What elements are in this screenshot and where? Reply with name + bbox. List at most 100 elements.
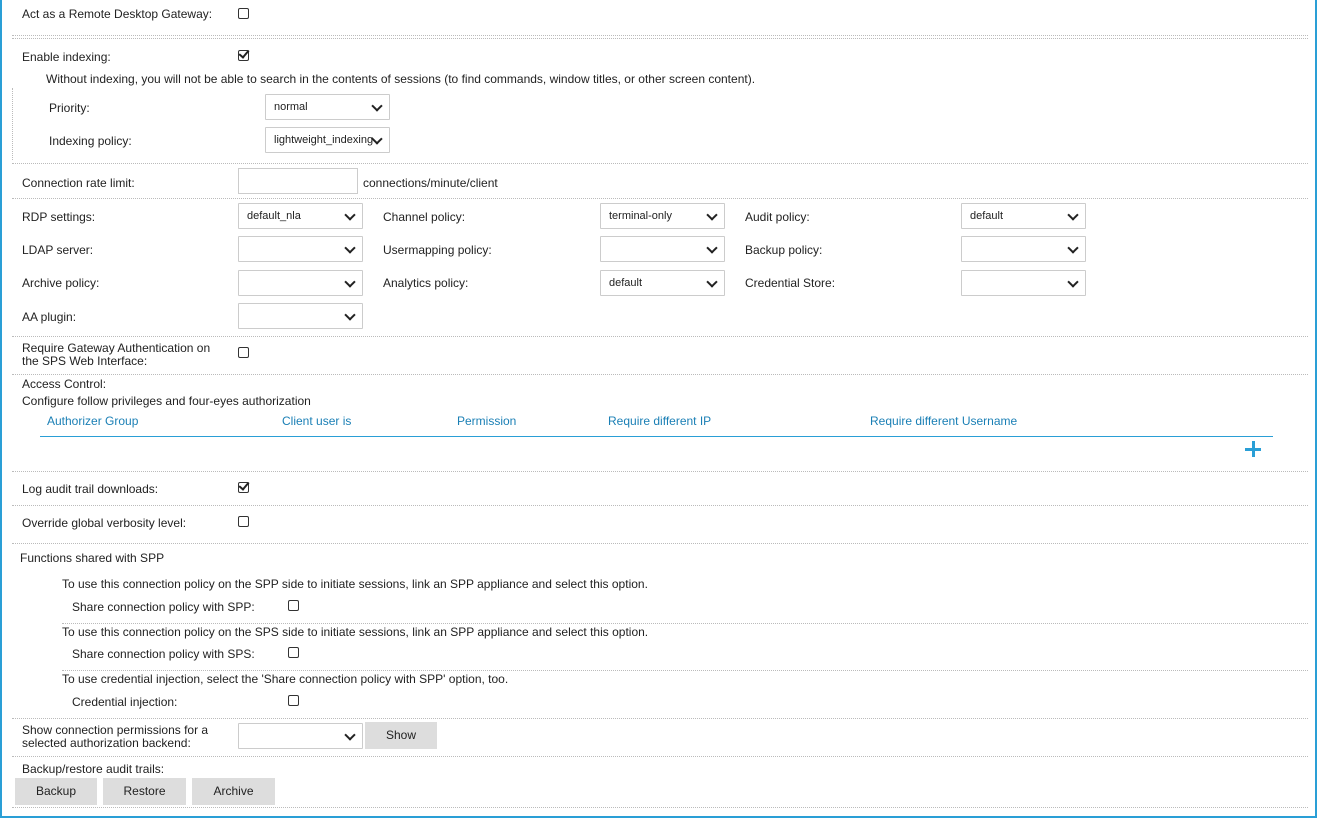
divider xyxy=(12,163,1308,164)
access-control-description: Configure follow privileges and four-eye… xyxy=(22,394,311,408)
indexing-policy-select[interactable]: lightweight_indexing xyxy=(265,127,390,153)
log-audit-label: Log audit trail downloads: xyxy=(22,482,159,496)
spp-note-3: To use credential injection, select the … xyxy=(62,672,509,686)
channel-policy-value: terminal-only xyxy=(609,210,672,222)
divider xyxy=(12,35,1308,36)
channel-policy-select[interactable]: terminal-only xyxy=(600,203,725,229)
archive-policy-label: Archive policy: xyxy=(22,276,100,290)
divider xyxy=(62,623,1308,624)
ldap-server-select[interactable] xyxy=(238,236,363,262)
show-button[interactable]: Show xyxy=(365,722,437,749)
access-control-title: Access Control: xyxy=(22,377,107,391)
rdp-settings-value: default_nla xyxy=(247,210,301,222)
usermapping-policy-label: Usermapping policy: xyxy=(383,243,492,257)
chevron-down-icon xyxy=(706,276,718,288)
aa-plugin-label: AA plugin: xyxy=(22,310,77,324)
restore-button[interactable]: Restore xyxy=(103,778,186,805)
share-sps-checkbox[interactable] xyxy=(288,647,299,658)
column-header-authorizer-group[interactable]: Authorizer Group xyxy=(47,414,138,428)
priority-label: Priority: xyxy=(49,101,90,115)
indexing-note: Without indexing, you will not be able t… xyxy=(46,72,756,86)
chevron-down-icon xyxy=(344,729,356,741)
divider xyxy=(62,670,1308,671)
divider xyxy=(12,543,1308,544)
audit-policy-label: Audit policy: xyxy=(745,210,810,224)
share-spp-label: Share connection policy with SPP: xyxy=(72,600,255,614)
indexing-group-border xyxy=(12,88,13,160)
chevron-down-icon xyxy=(344,309,356,321)
chevron-down-icon xyxy=(344,242,356,254)
analytics-policy-label: Analytics policy: xyxy=(383,276,469,290)
verbosity-label: Override global verbosity level: xyxy=(22,516,187,530)
permissions-label-line1: Show connection permissions for a xyxy=(22,723,209,737)
audit-policy-select[interactable]: default xyxy=(961,203,1086,229)
spp-note-2: To use this connection policy on the SPS… xyxy=(62,625,649,639)
backup-button[interactable]: Backup xyxy=(15,778,97,805)
rdp-settings-label: RDP settings: xyxy=(22,210,96,224)
credential-injection-checkbox[interactable] xyxy=(288,695,299,706)
share-spp-checkbox[interactable] xyxy=(288,600,299,611)
divider xyxy=(12,807,1308,808)
divider xyxy=(12,756,1308,757)
gateway-label: Act as a Remote Desktop Gateway: xyxy=(22,7,213,21)
rdp-settings-select[interactable]: default_nla xyxy=(238,203,363,229)
divider xyxy=(12,505,1308,506)
chevron-down-icon xyxy=(706,242,718,254)
gateway-auth-checkbox[interactable] xyxy=(238,347,249,358)
chevron-down-icon xyxy=(706,209,718,221)
table-header-underline xyxy=(40,436,1273,437)
rate-limit-input[interactable] xyxy=(238,168,358,194)
credential-injection-label: Credential injection: xyxy=(72,695,178,709)
archive-policy-select[interactable] xyxy=(238,270,363,296)
divider xyxy=(12,471,1308,472)
rate-limit-unit: connections/minute/client xyxy=(363,176,498,190)
authorization-backend-select[interactable] xyxy=(238,723,363,749)
spp-note-1: To use this connection policy on the SPP… xyxy=(62,577,648,591)
chevron-down-icon xyxy=(1067,242,1079,254)
audit-policy-value: default xyxy=(970,210,1004,222)
spp-title: Functions shared with SPP xyxy=(20,551,165,565)
gateway-auth-label-line2: the SPS Web Interface: xyxy=(22,354,148,368)
priority-select[interactable]: normal xyxy=(265,94,390,120)
log-audit-checkbox[interactable] xyxy=(238,482,249,493)
column-header-require-different-ip[interactable]: Require different IP xyxy=(608,414,711,428)
priority-value: normal xyxy=(274,101,308,113)
backup-policy-select[interactable] xyxy=(961,236,1086,262)
analytics-policy-select[interactable]: default xyxy=(600,270,725,296)
ldap-server-label: LDAP server: xyxy=(22,243,94,257)
chevron-down-icon xyxy=(344,209,356,221)
backup-policy-label: Backup policy: xyxy=(745,243,823,257)
form-frame xyxy=(0,0,1317,818)
gateway-checkbox[interactable] xyxy=(238,8,249,19)
divider xyxy=(12,718,1308,719)
chevron-down-icon xyxy=(344,276,356,288)
backup-restore-label: Backup/restore audit trails: xyxy=(22,762,165,776)
column-header-client-user[interactable]: Client user is xyxy=(282,414,351,428)
indexing-policy-value: lightweight_indexing xyxy=(274,134,374,146)
chevron-down-icon xyxy=(371,100,383,112)
add-row-plus-icon[interactable] xyxy=(1245,441,1263,459)
divider xyxy=(12,336,1308,337)
usermapping-policy-select[interactable] xyxy=(600,236,725,262)
indexing-label: Enable indexing: xyxy=(22,50,111,64)
column-header-permission[interactable]: Permission xyxy=(457,414,516,428)
indexing-policy-label: Indexing policy: xyxy=(49,134,132,148)
channel-policy-label: Channel policy: xyxy=(383,210,466,224)
archive-button[interactable]: Archive xyxy=(192,778,275,805)
verbosity-checkbox[interactable] xyxy=(238,516,249,527)
chevron-down-icon xyxy=(1067,276,1079,288)
share-sps-label: Share connection policy with SPS: xyxy=(72,647,255,661)
rate-limit-label: Connection rate limit: xyxy=(22,176,135,190)
divider xyxy=(12,38,1308,39)
aa-plugin-select[interactable] xyxy=(238,303,363,329)
column-header-require-different-username[interactable]: Require different Username xyxy=(870,414,1017,428)
chevron-down-icon xyxy=(1067,209,1079,221)
analytics-policy-value: default xyxy=(609,277,643,289)
divider xyxy=(12,374,1308,375)
permissions-label-line2: selected authorization backend: xyxy=(22,736,191,750)
gateway-auth-label-line1: Require Gateway Authentication on xyxy=(22,341,211,355)
credential-store-label: Credential Store: xyxy=(745,276,836,290)
divider xyxy=(12,198,1308,199)
credential-store-select[interactable] xyxy=(961,270,1086,296)
indexing-checkbox[interactable] xyxy=(238,50,249,61)
